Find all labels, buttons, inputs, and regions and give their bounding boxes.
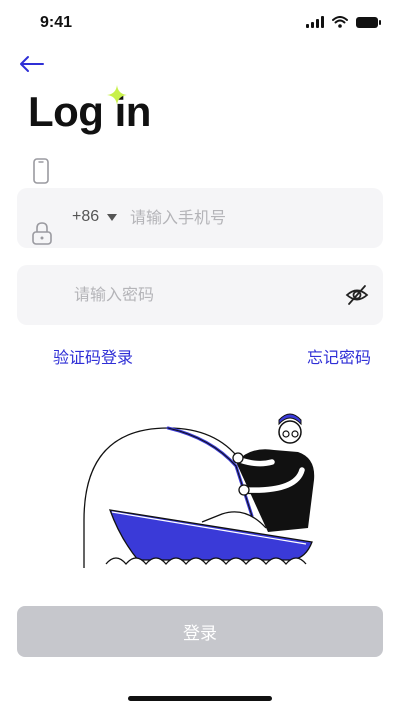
sms-login-link[interactable]: 验证码登录 <box>53 344 133 368</box>
status-time: 9:41 <box>40 14 73 31</box>
country-code-select[interactable]: +86 <box>72 208 99 226</box>
battery-icon <box>356 16 381 28</box>
login-button[interactable]: 登录 <box>17 606 383 657</box>
forgot-password-link[interactable]: 忘记密码 <box>307 344 371 368</box>
home-indicator <box>128 696 272 701</box>
signal-icon <box>306 16 324 28</box>
lock-icon <box>32 222 52 245</box>
eye-off-icon[interactable] <box>345 284 369 306</box>
phone-icon <box>33 158 49 184</box>
status-bar: 9:41 <box>0 0 400 46</box>
phone-input[interactable] <box>128 206 362 232</box>
wifi-icon <box>332 16 348 28</box>
sparkle-icon <box>107 85 127 105</box>
password-input[interactable] <box>72 283 336 309</box>
phone-field[interactable]: +86 <box>17 188 383 248</box>
fishing-boat-illustration <box>83 413 315 568</box>
status-icons <box>306 16 381 28</box>
page-title: Log in <box>28 88 151 135</box>
caret-down-icon[interactable] <box>107 214 117 222</box>
password-field[interactable] <box>17 265 383 325</box>
back-arrow-icon[interactable] <box>18 54 46 74</box>
